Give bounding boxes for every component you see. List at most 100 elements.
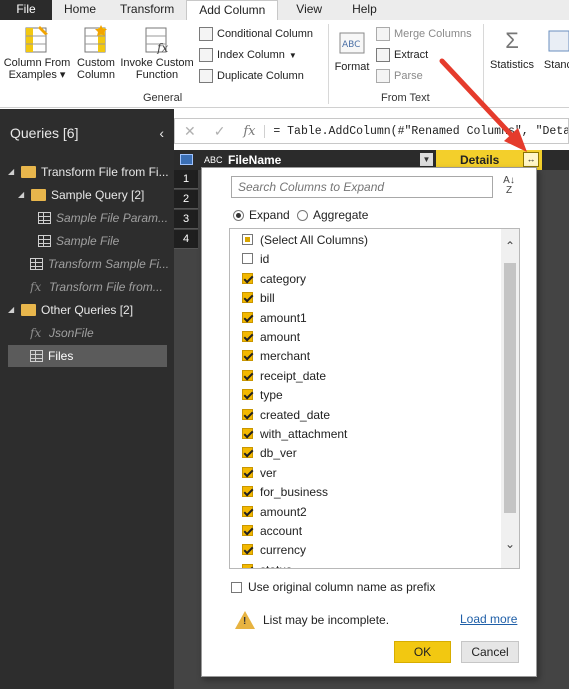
list-item[interactable]: for_business <box>242 482 328 501</box>
fx-icon[interactable]: fx <box>235 124 265 139</box>
folder-icon <box>21 304 36 316</box>
extract-button[interactable]: Extract <box>376 47 428 63</box>
checkbox[interactable] <box>242 525 253 536</box>
checkbox[interactable] <box>242 486 253 497</box>
list-item[interactable]: id <box>242 249 269 268</box>
column-from-examples-button[interactable]: Column From Examples ▾ <box>2 24 72 81</box>
tab-transform[interactable]: Transform <box>108 0 186 20</box>
collapse-chevron-icon[interactable]: ‹ <box>159 125 164 141</box>
tab-help[interactable]: Help <box>340 0 389 20</box>
checkbox[interactable] <box>242 409 253 420</box>
commit-formula-icon[interactable]: ✓ <box>205 123 235 140</box>
queries-pane: Queries [6] ‹ ◢ Transform File from Fi..… <box>0 109 174 689</box>
search-columns-input[interactable] <box>231 176 493 198</box>
row-number[interactable]: 4 <box>174 230 198 249</box>
filter-dropdown-icon[interactable]: ▼ <box>420 153 433 166</box>
scroll-up-icon[interactable]: ⌃ <box>504 239 516 253</box>
row-number[interactable]: 3 <box>174 210 198 229</box>
list-item[interactable]: with_attachment <box>242 424 347 443</box>
list-item[interactable]: currency <box>242 540 306 559</box>
query-item-transform-sample[interactable]: Transform Sample Fi... <box>30 253 172 275</box>
expand-column-icon[interactable]: ↔ <box>523 152 539 167</box>
checkbox[interactable] <box>242 389 253 400</box>
list-scrollbar[interactable]: ⌃ ⌄ <box>501 229 519 568</box>
checkbox[interactable] <box>242 331 253 342</box>
cancel-formula-icon[interactable]: ✕ <box>175 123 205 140</box>
tab-file[interactable]: File <box>0 0 52 20</box>
prefix-checkbox-row[interactable]: Use original column name as prefix <box>231 580 435 594</box>
scroll-down-icon[interactable]: ⌄ <box>504 537 516 551</box>
column-from-examples-label-2: Examples ▾ <box>8 69 66 81</box>
row-number[interactable]: 2 <box>174 190 198 209</box>
invoke-function-icon: fx <box>142 24 172 55</box>
list-item[interactable]: type <box>242 385 283 404</box>
standard-icon <box>543 26 569 56</box>
custom-column-button[interactable]: Custom Column <box>72 24 120 81</box>
list-item[interactable]: amount2 <box>242 502 307 521</box>
duplicate-column-button[interactable]: Duplicate Column <box>199 68 304 84</box>
checkbox[interactable] <box>242 350 253 361</box>
query-item-sample-file-param[interactable]: Sample File Param... <box>38 207 172 229</box>
checkbox[interactable] <box>242 273 253 284</box>
list-item[interactable]: category <box>242 269 306 288</box>
list-item[interactable]: account <box>242 521 302 540</box>
checkbox[interactable] <box>242 292 253 303</box>
list-item[interactable]: (Select All Columns) <box>242 230 368 249</box>
query-item-sample-file[interactable]: Sample File <box>38 230 172 252</box>
list-item[interactable]: receipt_date <box>242 366 326 385</box>
merge-columns-icon <box>376 27 390 41</box>
list-item[interactable]: status <box>242 560 292 568</box>
duplicate-column-icon <box>199 69 213 83</box>
row-number[interactable]: 1 <box>174 170 198 189</box>
list-item[interactable]: amount1 <box>242 308 307 327</box>
checkbox[interactable] <box>242 253 253 264</box>
prefix-label: Use original column name as prefix <box>248 580 436 594</box>
standard-button[interactable]: Stanc <box>538 26 569 71</box>
list-item[interactable]: bill <box>242 288 275 307</box>
merge-columns-button[interactable]: Merge Columns <box>376 26 472 42</box>
scrollbar-thumb[interactable] <box>504 263 516 513</box>
checkbox[interactable] <box>242 312 253 323</box>
load-more-link[interactable]: Load more <box>460 612 517 626</box>
query-group-transform-file[interactable]: ◢ Transform File from Fi... <box>8 161 172 183</box>
list-item[interactable]: created_date <box>242 405 330 424</box>
tab-view[interactable]: View <box>284 0 334 20</box>
checkbox[interactable] <box>242 370 253 381</box>
checkbox[interactable] <box>242 447 253 458</box>
checkbox[interactable] <box>242 467 253 478</box>
table-menu-icon[interactable] <box>180 154 193 165</box>
list-item[interactable]: merchant <box>242 346 310 365</box>
checkbox[interactable] <box>242 544 253 555</box>
checkbox[interactable] <box>242 234 253 245</box>
invoke-custom-function-button[interactable]: fx Invoke Custom Function <box>119 24 195 81</box>
index-column-button[interactable]: Index Column ▼ <box>199 47 297 63</box>
columns-list: (Select All Columns) id category bill am… <box>229 228 520 569</box>
expand-radio[interactable]: Expand <box>233 208 290 222</box>
warning-text: List may be incomplete. <box>263 613 390 627</box>
checkbox[interactable] <box>242 564 253 568</box>
format-button[interactable]: ABC Format <box>332 28 372 73</box>
custom-column-label: Custom <box>77 57 115 69</box>
aggregate-radio[interactable]: Aggregate <box>297 208 368 222</box>
list-item[interactable]: ver <box>242 463 277 482</box>
checkbox[interactable] <box>242 506 253 517</box>
statistics-button[interactable]: Σ Statistics <box>487 26 537 71</box>
tab-add-column[interactable]: Add Column <box>186 0 279 21</box>
tab-home[interactable]: Home <box>52 0 108 20</box>
parse-button[interactable]: Parse <box>376 68 423 84</box>
checkbox[interactable] <box>242 428 253 439</box>
query-group-sample-query[interactable]: ◢ Sample Query [2] <box>18 184 172 206</box>
query-group-other-queries[interactable]: ◢ Other Queries [2] <box>8 299 172 321</box>
query-item-jsonfile[interactable]: fx JsonFile <box>30 322 172 344</box>
query-item-files[interactable]: Files <box>8 345 167 367</box>
index-column-label: Index Column <box>217 49 285 61</box>
prefix-checkbox[interactable] <box>231 581 242 593</box>
query-item-transform-file-fn[interactable]: fx Transform File from... <box>30 276 172 298</box>
list-item[interactable]: amount <box>242 327 300 346</box>
conditional-column-button[interactable]: Conditional Column <box>199 26 313 42</box>
formula-input[interactable]: = Table.AddColumn(#"Renamed Columns", "D… <box>264 124 568 138</box>
list-item[interactable]: db_ver <box>242 443 297 462</box>
ok-button[interactable]: OK <box>394 641 451 663</box>
cancel-button[interactable]: Cancel <box>461 641 519 663</box>
sort-az-icon[interactable]: A↓ Z <box>499 176 519 198</box>
